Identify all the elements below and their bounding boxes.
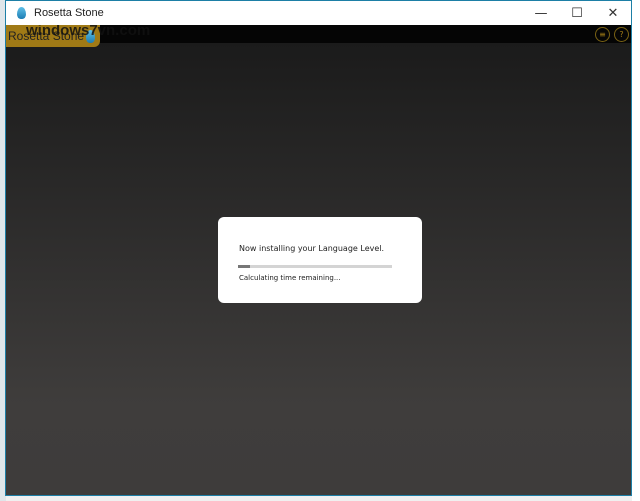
main-content: Now installing your Language Level. Calc…	[6, 43, 631, 495]
time-remaining-status: Calculating time remaining...	[239, 274, 341, 282]
minimize-button[interactable]: —	[523, 1, 559, 25]
install-dialog: Now installing your Language Level. Calc…	[218, 217, 422, 303]
menu-icon[interactable]: ≡	[595, 27, 610, 42]
window-title: Rosetta Stone	[34, 7, 104, 19]
progress-bar	[238, 265, 392, 268]
help-icon[interactable]: ?	[614, 27, 629, 42]
install-message: Now installing your Language Level.	[239, 244, 385, 253]
app-window: Rosetta Stone — ☐ ✕ ≡ ? Rosetta Stone wi…	[5, 0, 632, 496]
maximize-button[interactable]: ☐	[559, 1, 595, 25]
desktop-background-right	[632, 0, 640, 501]
title-bar: Rosetta Stone — ☐ ✕	[6, 1, 631, 25]
watermark: windows7vn.com	[26, 22, 151, 39]
close-button[interactable]: ✕	[595, 1, 631, 25]
rosetta-stone-icon	[17, 7, 26, 19]
progress-fill	[238, 265, 251, 268]
